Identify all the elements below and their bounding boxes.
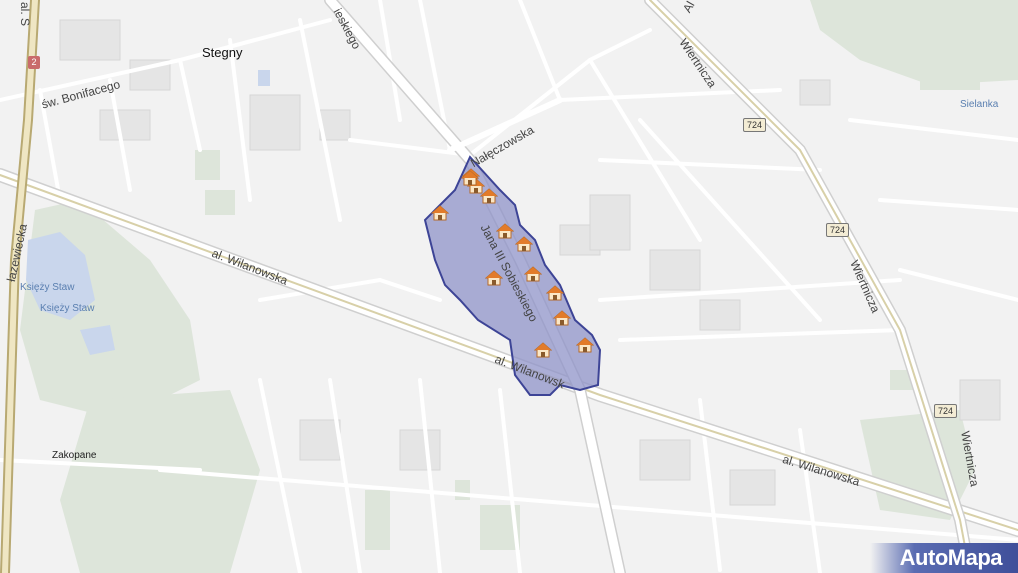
house-icon[interactable] [480, 188, 498, 204]
house-icon[interactable] [496, 223, 514, 239]
house-icon[interactable] [431, 205, 449, 221]
house-icon[interactable] [461, 170, 479, 186]
road-shield-724: 724 [934, 404, 958, 418]
label-stegny: Stegny [202, 45, 243, 60]
label-ksiezy-staw-2: Księży Staw [40, 303, 95, 314]
house-icon[interactable] [553, 310, 571, 326]
house-icon[interactable] [524, 266, 542, 282]
road-shield-2: 2 [28, 56, 40, 69]
road-shield-724: 724 [743, 118, 767, 132]
label-ksiezy-staw-1: Księży Staw [20, 282, 75, 293]
house-icon[interactable] [534, 342, 552, 358]
label-zakopane: Zakopane [52, 450, 97, 461]
label-sielanka: Sielanka [960, 99, 999, 110]
house-icon[interactable] [515, 236, 533, 252]
road-shield-724: 724 [826, 223, 850, 237]
house-icon[interactable] [576, 337, 594, 353]
house-icon[interactable] [546, 285, 564, 301]
label-al-s: al. S [18, 2, 32, 27]
automapa-logo: AutoMapa [870, 543, 1018, 573]
map-canvas[interactable]: Stegny św. Bonifacego Nałęczowska ieskie… [0, 0, 1018, 573]
